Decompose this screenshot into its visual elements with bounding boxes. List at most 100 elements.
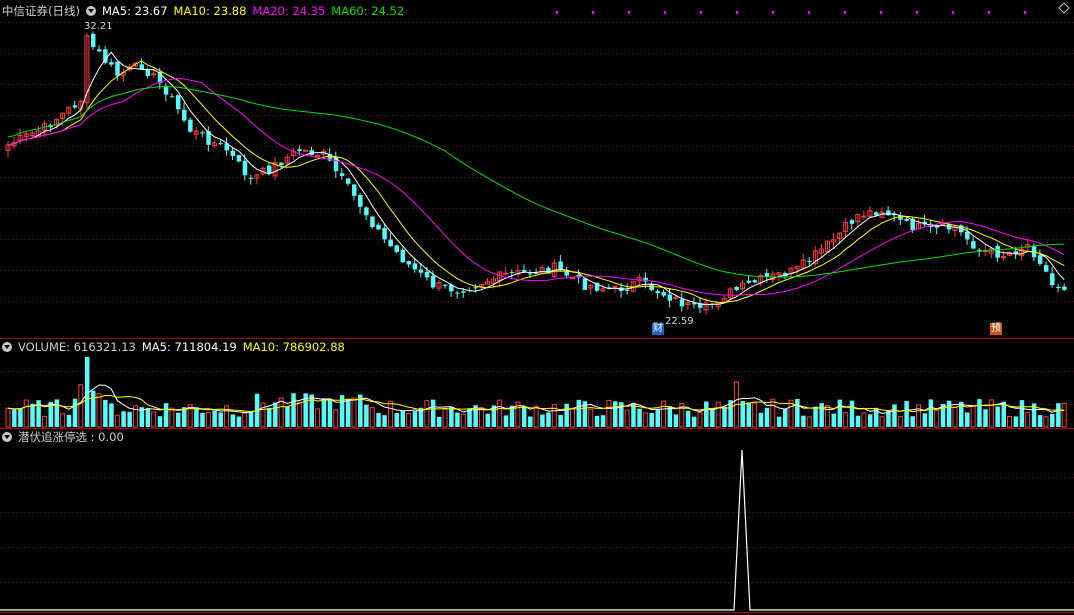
- candle-body: [388, 239, 393, 247]
- volume-bar: [867, 414, 873, 427]
- volume-bar: [145, 408, 151, 427]
- volume-label: VOLUME: 616321.13: [18, 340, 136, 354]
- volume-bar: [849, 400, 855, 427]
- volume-bar: [230, 414, 236, 427]
- volume-bar: [278, 397, 284, 428]
- candle-body: [267, 165, 272, 174]
- volume-bar: [855, 415, 861, 427]
- volume-bar: [897, 416, 903, 428]
- volume-bar: [1043, 416, 1049, 428]
- candle-body: [236, 155, 242, 162]
- candle-body: [691, 303, 697, 305]
- signal-marker: [844, 11, 846, 14]
- candle-body: [358, 195, 363, 207]
- volume-bar: [90, 390, 96, 427]
- ma5-label: MA5: 23.67: [101, 4, 168, 18]
- candle-body: [182, 109, 187, 121]
- ma20-label: MA20: 24.35: [252, 4, 326, 18]
- volume-bar: [879, 416, 885, 428]
- volume-bar: [1001, 401, 1006, 427]
- candle-body: [971, 241, 976, 249]
- volume-bar: [904, 401, 909, 427]
- volume-bar: [41, 415, 47, 428]
- volume-bar: [782, 408, 788, 427]
- indicator-label: 潜伏追涨停选 : 0.00: [18, 430, 124, 444]
- candle-body: [424, 271, 430, 278]
- candle-body: [430, 275, 436, 288]
- volume-bar: [5, 407, 11, 428]
- volume-bar: [296, 401, 302, 428]
- volume-bar: [212, 410, 217, 427]
- candle-body: [145, 69, 151, 76]
- volume-bar: [837, 399, 843, 427]
- signal-marker: [628, 11, 630, 14]
- signal-marker: [700, 11, 702, 14]
- candle-body: [90, 33, 96, 47]
- volume-bar: [642, 412, 648, 428]
- signal-marker: [556, 11, 558, 14]
- candle-body: [418, 269, 424, 273]
- candle-body: [582, 278, 588, 290]
- volume-bar: [533, 405, 539, 428]
- volume-bar: [442, 408, 448, 428]
- candle-body: [315, 154, 321, 157]
- volume-bar: [387, 400, 393, 428]
- candle-body: [752, 280, 758, 283]
- signal-marker: [592, 11, 594, 14]
- volume-panel-toggle-icon[interactable]: [2, 342, 12, 352]
- volume-bar: [503, 415, 509, 427]
- volume-ma10-label: MA10: 786902.88: [242, 340, 345, 354]
- volume-bar: [157, 416, 163, 427]
- candle-body: [406, 261, 412, 265]
- volume-bar: [345, 398, 351, 427]
- volume-bar: [321, 398, 327, 427]
- volume-bar: [795, 399, 800, 427]
- financial-report-badge[interactable]: 财: [652, 323, 664, 335]
- volume-bar: [455, 412, 460, 427]
- volume-bar: [813, 406, 818, 427]
- volume-bar: [364, 404, 369, 427]
- candle-body: [503, 272, 509, 275]
- volume-bar: [273, 402, 278, 427]
- volume-bar: [1019, 400, 1025, 427]
- volume-bar: [194, 407, 199, 427]
- candle-body: [1037, 255, 1043, 264]
- volume-bar: [952, 406, 958, 428]
- volume-bar: [922, 413, 928, 427]
- candle-body: [679, 299, 685, 307]
- volume-bar: [673, 414, 679, 427]
- candle-body: [534, 272, 539, 274]
- volume-bar: [752, 402, 758, 428]
- forecast-badge[interactable]: 预: [990, 323, 1002, 335]
- volume-bar: [710, 408, 715, 427]
- price-panel-toggle-icon[interactable]: [85, 6, 96, 16]
- candle-body: [1043, 265, 1049, 272]
- candle-body: [861, 215, 867, 218]
- volume-bar: [540, 414, 545, 427]
- indicator-panel-toggle-icon[interactable]: [2, 432, 12, 442]
- volume-bar: [965, 412, 970, 427]
- indicator-panel-header: 潜伏追涨停选 : 0.00: [2, 429, 130, 445]
- candle-body: [248, 177, 254, 179]
- volume-bar: [1013, 416, 1019, 427]
- volume-bar: [1061, 402, 1067, 428]
- volume-bar: [260, 402, 266, 428]
- signal-marker: [736, 11, 738, 14]
- candle-body: [807, 260, 812, 262]
- candle-body: [558, 261, 563, 270]
- candle-body: [151, 73, 157, 76]
- candle-body: [667, 294, 673, 301]
- volume-bar: [175, 412, 181, 427]
- chart-canvas[interactable]: [0, 0, 1074, 615]
- signal-marker: [952, 11, 954, 14]
- volume-bar: [624, 409, 630, 428]
- volume-bar: [521, 406, 527, 427]
- candle-body: [521, 269, 527, 272]
- candle-body: [376, 224, 381, 230]
- signal-marker: [772, 11, 774, 14]
- volume-bar: [576, 399, 582, 427]
- volume-bar: [449, 407, 454, 427]
- volume-bar: [558, 414, 563, 427]
- volume-bar: [151, 411, 157, 428]
- signal-marker: [880, 11, 882, 14]
